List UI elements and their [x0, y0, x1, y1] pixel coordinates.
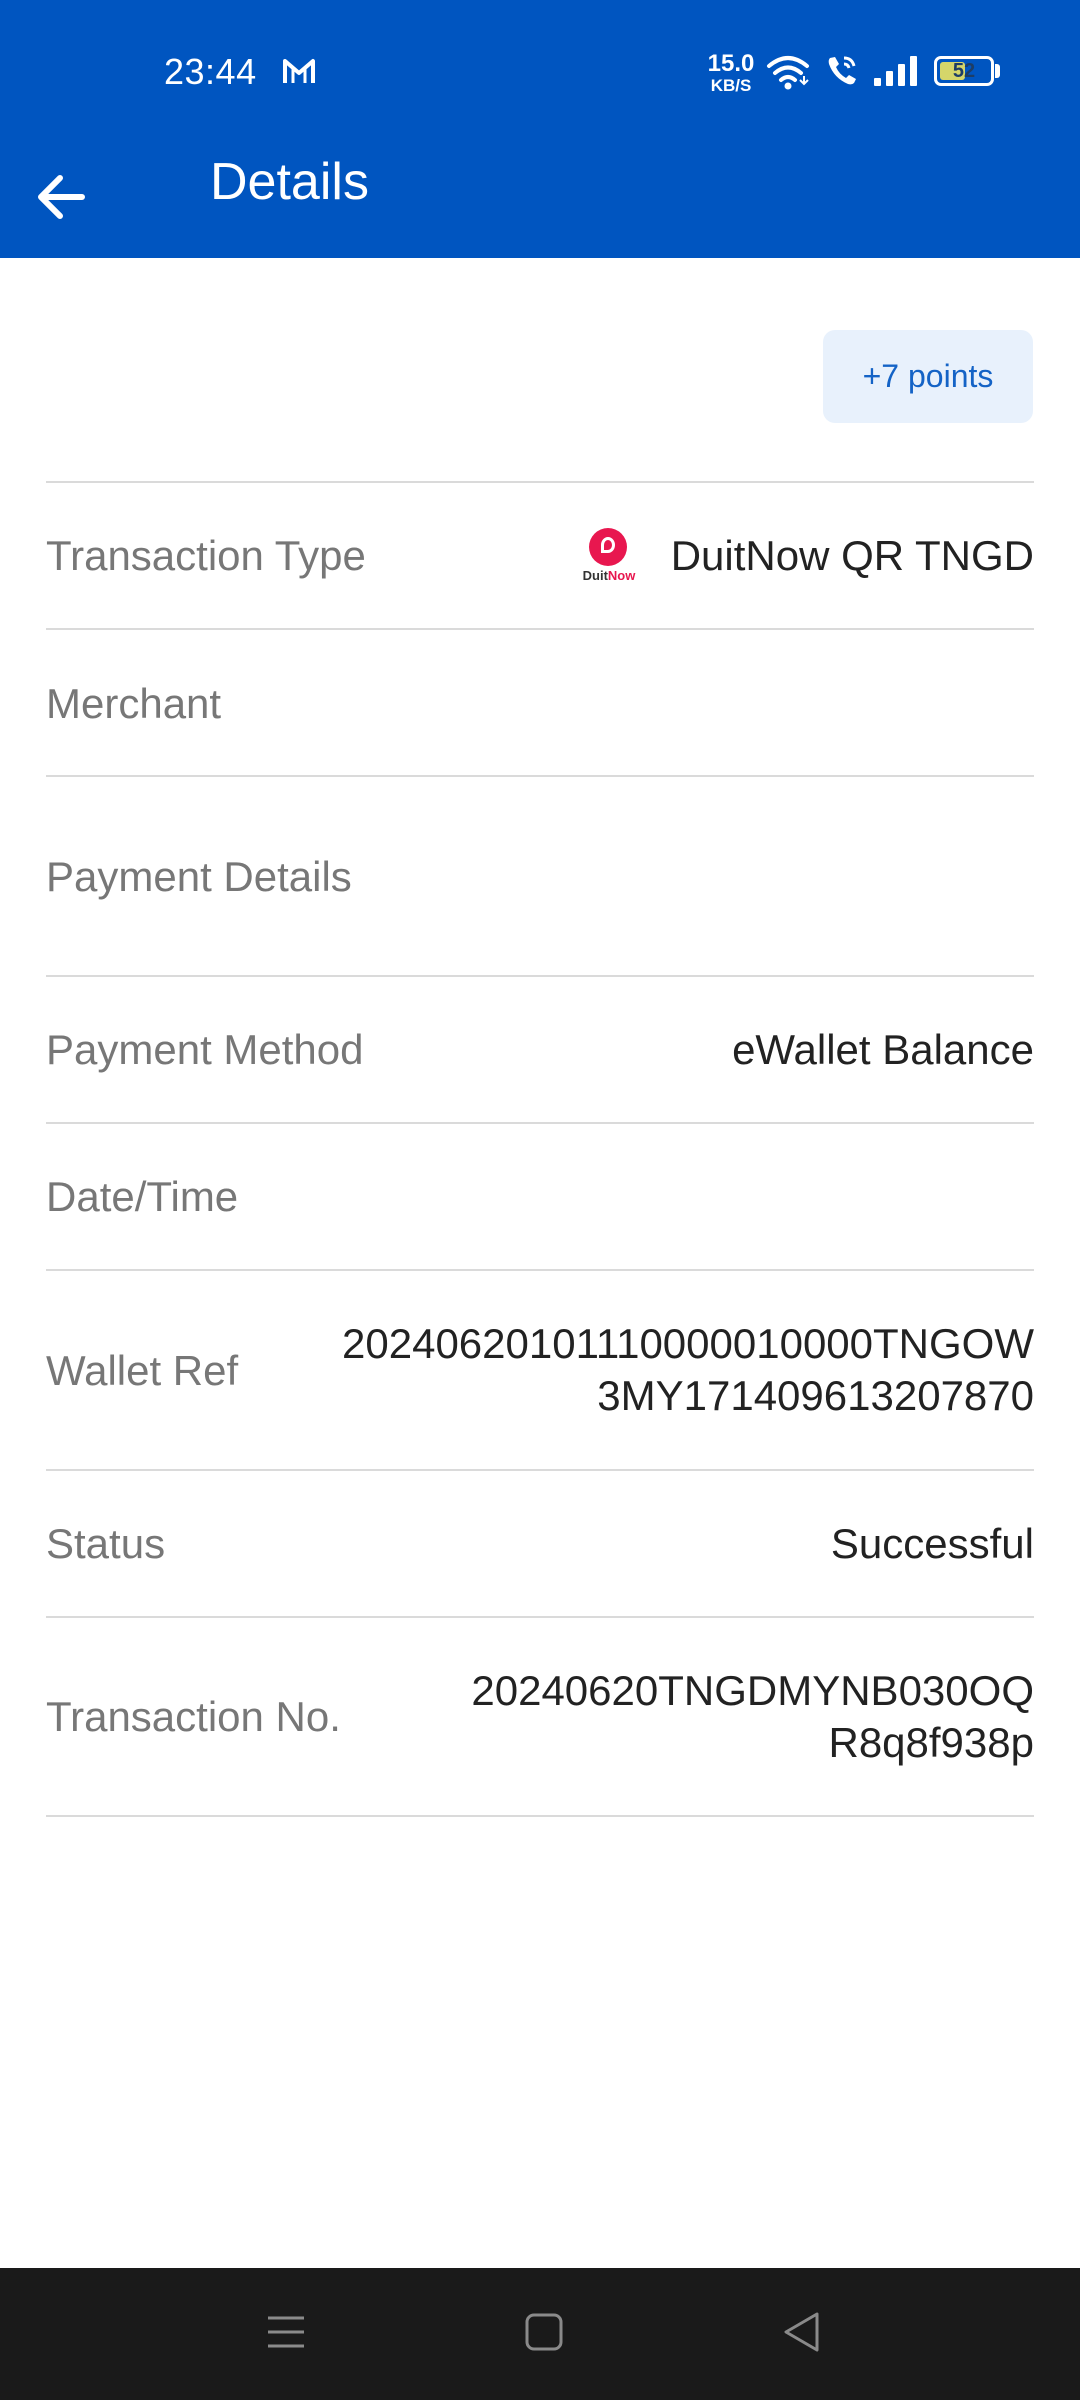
- divider: [46, 628, 1034, 630]
- status-bar: 23:44 15.0 KB/S 52: [0, 0, 1080, 140]
- status-value: Successful: [830, 1520, 1034, 1567]
- wallet-ref-value-line1: 20240620101110000010000TNGOW: [342, 1320, 1034, 1367]
- divider: [46, 1122, 1034, 1124]
- menu-icon[interactable]: [266, 2310, 306, 2354]
- system-nav-bar: [0, 2268, 1080, 2400]
- transaction-no-label: Transaction No.: [46, 1693, 341, 1740]
- status-label: Status: [46, 1520, 166, 1567]
- back-triangle-icon[interactable]: [782, 2310, 822, 2354]
- gmail-icon: [283, 59, 315, 83]
- app-bar: [0, 140, 1080, 258]
- wifi-call-icon: [828, 56, 856, 85]
- status-time: 23:44: [164, 51, 257, 92]
- divider: [46, 775, 1034, 777]
- duitnow-logo-mark: [589, 528, 627, 566]
- divider: [46, 975, 1034, 977]
- wallet-ref-label: Wallet Ref: [46, 1347, 239, 1394]
- home-icon[interactable]: [524, 2310, 564, 2354]
- date-time-label: Date/Time: [46, 1173, 239, 1220]
- divider: [46, 481, 1034, 483]
- divider: [46, 1815, 1034, 1817]
- divider: [46, 1269, 1034, 1271]
- payment-method-label: Payment Method: [46, 1026, 364, 1073]
- signal-icon: [874, 56, 917, 86]
- divider: [46, 1616, 1034, 1618]
- payment-method-value: eWallet Balance: [732, 1026, 1034, 1073]
- divider: [46, 1469, 1034, 1471]
- battery-icon: 52: [934, 56, 994, 86]
- transaction-type-label: Transaction Type: [46, 532, 366, 579]
- payment-details-label: Payment Details: [46, 853, 352, 900]
- network-speed-value: 15.0: [707, 50, 755, 77]
- duitnow-logo-inner: [601, 537, 615, 553]
- merchant-label: Merchant: [46, 680, 222, 727]
- network-speed: 15.0 KB/S: [706, 50, 756, 95]
- transaction-no-value-line1: 20240620TNGDMYNB030OQ: [471, 1667, 1034, 1714]
- duitnow-logo: DuitNow: [578, 528, 640, 586]
- transaction-no-value-line2: R8q8f938p: [828, 1719, 1034, 1766]
- duitnow-logo-text-a: Duit: [582, 568, 608, 583]
- points-badge: +7 points: [823, 330, 1033, 423]
- wifi-icon: [767, 56, 809, 90]
- page-title: Details: [210, 153, 369, 211]
- duitnow-logo-text-b: Now: [607, 568, 636, 583]
- network-speed-unit: KB/S: [710, 76, 752, 95]
- wallet-ref-value-line2: 3MY171409613207870: [597, 1372, 1034, 1419]
- battery-tip: [995, 64, 1000, 78]
- duitnow-logo-text: DuitNow: [578, 568, 640, 584]
- back-arrow-icon[interactable]: [30, 166, 92, 228]
- battery-percent: 52: [952, 60, 976, 82]
- transaction-type-value: DuitNow QR TNGD: [670, 532, 1034, 579]
